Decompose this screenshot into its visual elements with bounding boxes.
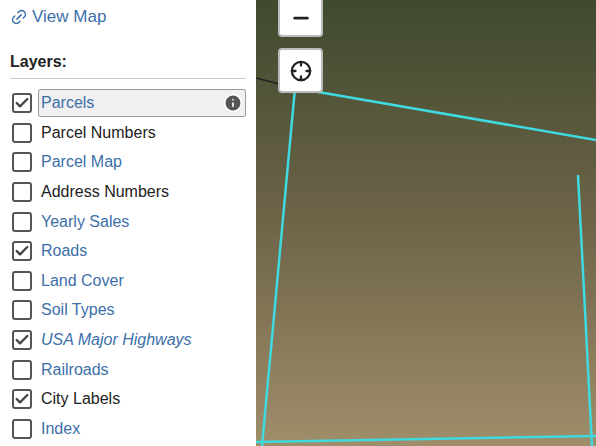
info-icon[interactable] [223,93,243,113]
layer-label-box[interactable]: Yearly Sales [38,208,246,236]
layer-label[interactable]: Parcel Numbers [41,121,156,145]
layer-label[interactable]: Railroads [41,358,109,382]
layer-label[interactable]: Address Numbers [41,180,169,204]
app: View MapLayers:ParcelsParcel NumbersParc… [0,0,596,446]
layer-row[interactable]: Parcels [0,89,256,119]
layer-label-box[interactable]: Parcel Numbers [38,119,246,147]
layer-label[interactable]: Roads [41,239,87,263]
layer-row[interactable]: Yearly Sales [0,207,256,237]
layer-label[interactable]: Parcels [41,91,94,115]
layer-row[interactable]: Land Cover [0,266,256,296]
layer-label-box[interactable]: City Labels [38,385,246,413]
layer-row[interactable]: Parcel Numbers [0,118,256,148]
layer-checkbox[interactable] [12,271,32,291]
layer-label[interactable]: USA Major Highways [41,328,192,352]
layer-checkbox[interactable] [12,389,32,409]
view-map-link[interactable]: View Map [0,0,256,30]
link-icon [6,4,31,29]
layer-checkbox[interactable] [12,93,32,113]
layers-list: Parcels Parcel Numbers Parcel Map Address N… [0,89,256,444]
layer-label-box[interactable]: Soil Types [38,296,246,324]
layer-checkbox[interactable] [12,182,32,202]
layer-label-box[interactable]: Address Numbers [38,178,246,206]
layer-label[interactable]: City Labels [41,387,120,411]
layer-checkbox[interactable] [12,212,32,232]
layer-row[interactable]: Soil Types [0,296,256,326]
layer-row[interactable]: Index [0,414,256,444]
layer-checkbox[interactable] [12,300,32,320]
layers-panel: View MapLayers:ParcelsParcel NumbersParc… [0,0,256,446]
locate-button[interactable] [278,48,323,93]
layer-row[interactable]: USA Major Highways [0,325,256,355]
check-icon [14,94,30,112]
layer-label[interactable]: Soil Types [41,298,115,322]
layer-checkbox[interactable] [12,152,32,172]
check-icon [14,331,30,349]
layer-checkbox[interactable] [12,123,32,143]
layer-label[interactable]: Yearly Sales [41,210,129,234]
layers-heading: Layers: [10,50,246,79]
layer-checkbox[interactable] [12,360,32,380]
locate-icon [290,60,312,82]
layer-checkbox[interactable] [12,241,32,261]
layer-row[interactable]: Roads [0,236,256,266]
check-icon [14,242,30,260]
check-icon [14,390,30,408]
layer-label-box[interactable]: Index [38,415,246,443]
layer-row[interactable]: Parcel Map [0,148,256,178]
layer-label-box[interactable]: Parcel Map [38,148,246,176]
layer-row[interactable]: City Labels [0,384,256,414]
selected-layer-box[interactable]: Parcels [38,89,246,117]
minus-icon [290,7,312,29]
layer-row[interactable]: Railroads [0,355,256,385]
layer-label[interactable]: Parcel Map [41,150,122,174]
layer-label-box[interactable]: USA Major Highways [38,326,246,354]
layer-label[interactable]: Land Cover [41,269,124,293]
layer-label[interactable]: Index [41,417,80,441]
zoom-out-button[interactable] [278,0,323,37]
map-view[interactable] [256,0,596,446]
layer-label-box[interactable]: Roads [38,237,246,265]
layer-checkbox[interactable] [12,330,32,350]
layer-label-box[interactable]: Railroads [38,356,246,384]
layer-checkbox[interactable] [12,419,32,439]
layer-row[interactable]: Address Numbers [0,177,256,207]
layer-label-box[interactable]: Land Cover [38,267,246,295]
